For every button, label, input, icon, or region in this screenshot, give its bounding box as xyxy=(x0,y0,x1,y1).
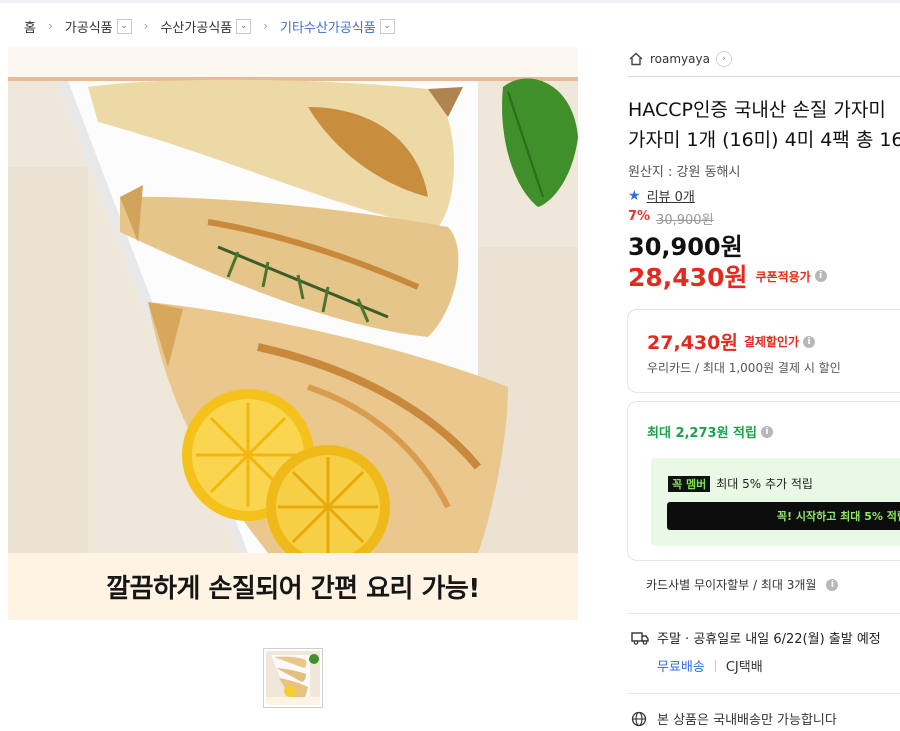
globe-icon xyxy=(631,711,647,726)
payment-benefit-box: 27,430원 결제할인가 i 우리카드 / 최대 1,000원 결제 시 할인 xyxy=(627,309,900,393)
breadcrumb-category-other-seafood[interactable]: 기타수산가공식품 ⌄ xyxy=(280,17,395,36)
breadcrumb-separator-icon: › xyxy=(47,19,53,33)
divider xyxy=(628,76,900,77)
payment-discount-desc: 우리카드 / 최대 1,000원 결제 시 할인 xyxy=(647,361,841,375)
original-price: 30,900원 xyxy=(656,213,714,228)
installment-text: 카드사별 무이자할부 / 최대 3개월 xyxy=(646,578,817,592)
membership-text: 최대 5% 추가 적립 xyxy=(716,477,813,491)
delivery-info: 주말 · 공휴일로 내일 6/22(월) 출발 예정 xyxy=(631,628,881,647)
seller-name[interactable]: roamyaya xyxy=(650,52,710,66)
info-icon[interactable]: i xyxy=(814,270,827,282)
discount-row: 7% 30,900원 xyxy=(628,209,714,228)
points-label: 최대 2,273원 적립 xyxy=(647,426,757,441)
coupon-price-row: 28,430원 쿠폰적용가 i xyxy=(628,258,827,294)
domestic-shipping-note: 본 상품은 국내배송만 가능합니다 xyxy=(631,709,837,728)
seller-link[interactable]: roamyaya › xyxy=(628,46,900,72)
info-icon[interactable]: i xyxy=(803,335,816,348)
product-title-line1: HACCP인증 국내산 손질 가자미 xyxy=(628,99,886,121)
domestic-note-text: 본 상품은 국내배송만 가능합니다 xyxy=(657,713,837,728)
coupon-label: 쿠폰적용가 xyxy=(755,269,811,284)
store-home-icon xyxy=(629,52,643,66)
membership-start-button[interactable]: 꼭! 시작하고 최대 5% 적립 xyxy=(667,502,900,530)
membership-head: 꼭 멤버 최대 5% 추가 적립 xyxy=(668,475,813,492)
product-main-image[interactable]: 깔끔하게 손질되어 간편 요리 가능! xyxy=(8,47,578,620)
divider xyxy=(628,613,900,614)
product-photo xyxy=(8,47,578,553)
product-thumbnail[interactable] xyxy=(263,648,323,708)
breadcrumb-home[interactable]: 홈 xyxy=(24,17,36,36)
payment-discount-row: 27,430원 결제할인가 i xyxy=(647,328,816,355)
review-link[interactable]: ★ 리뷰 0개 xyxy=(628,186,695,206)
seller-row-container: roamyaya › xyxy=(628,46,900,72)
breadcrumb-label[interactable]: 홈 xyxy=(24,17,36,36)
membership-badge: 꼭 멤버 xyxy=(668,475,711,492)
breadcrumb-category-seafood[interactable]: 수산가공식품 ⌄ xyxy=(160,17,252,36)
top-divider xyxy=(0,0,900,3)
divider xyxy=(714,659,716,672)
installment-info: 카드사별 무이자할부 / 최대 3개월 i xyxy=(646,576,839,593)
dropdown-toggle-icon[interactable]: ⌄ xyxy=(236,18,252,34)
truck-icon xyxy=(631,631,649,645)
breadcrumb-separator-icon: › xyxy=(143,19,149,33)
breadcrumb-label[interactable]: 수산가공식품 xyxy=(160,17,232,36)
product-title-line2: 가자미 1개 (16미) 4미 4팩 총 16미 xyxy=(628,129,900,151)
divider xyxy=(628,693,900,694)
product-origin: 원산지 : 강원 동해시 xyxy=(628,165,741,180)
points-box: 최대 2,273원 적립 i 꼭 멤버 최대 5% 추가 적립 꼭! 시작하고 … xyxy=(627,401,900,561)
breadcrumb-label[interactable]: 가공식품 xyxy=(65,17,113,36)
thumbnail-photo xyxy=(266,651,320,705)
payment-discount-label: 결제할인가 xyxy=(743,335,800,349)
info-icon[interactable]: i xyxy=(826,578,839,591)
free-shipping-label: 무료배송 xyxy=(657,660,705,675)
discount-rate: 7% xyxy=(628,209,651,224)
shipping-row: 무료배송 CJ택배 xyxy=(657,656,763,675)
review-count[interactable]: 리뷰 0개 xyxy=(647,186,695,205)
breadcrumb-category-processed[interactable]: 가공식품 ⌄ xyxy=(65,17,132,36)
breadcrumb-label[interactable]: 기타수산가공식품 xyxy=(280,17,376,36)
delivery-text: 주말 · 공휴일로 내일 6/22(월) 출발 예정 xyxy=(657,632,881,647)
image-caption-band: 깔끔하게 손질되어 간편 요리 가능! xyxy=(8,553,578,620)
dropdown-toggle-icon[interactable]: ⌄ xyxy=(379,18,395,34)
chevron-right-icon[interactable]: › xyxy=(715,51,732,67)
courier-name: CJ택배 xyxy=(725,660,763,675)
image-caption: 깔끔하게 손질되어 간편 요리 가능! xyxy=(106,574,480,604)
payment-discount-price: 27,430원 xyxy=(647,332,738,354)
membership-promo: 꼭 멤버 최대 5% 추가 적립 꼭! 시작하고 최대 5% 적립 xyxy=(651,458,900,546)
info-icon[interactable]: i xyxy=(760,425,773,438)
breadcrumb-separator-icon: › xyxy=(263,19,269,33)
dropdown-toggle-icon[interactable]: ⌄ xyxy=(116,18,132,34)
sale-price: 30,900원 xyxy=(628,233,743,261)
star-icon: ★ xyxy=(628,187,641,204)
product-title: HACCP인증 국내산 손질 가자미 가자미 1개 (16미) 4미 4팩 총 … xyxy=(628,95,900,155)
coupon-price: 28,430원 xyxy=(628,263,748,292)
points-row: 최대 2,273원 적립 i xyxy=(647,422,773,441)
breadcrumb: 홈 › 가공식품 ⌄ › 수산가공식품 ⌄ › 기타수산가공식품 ⌄ xyxy=(24,16,395,36)
